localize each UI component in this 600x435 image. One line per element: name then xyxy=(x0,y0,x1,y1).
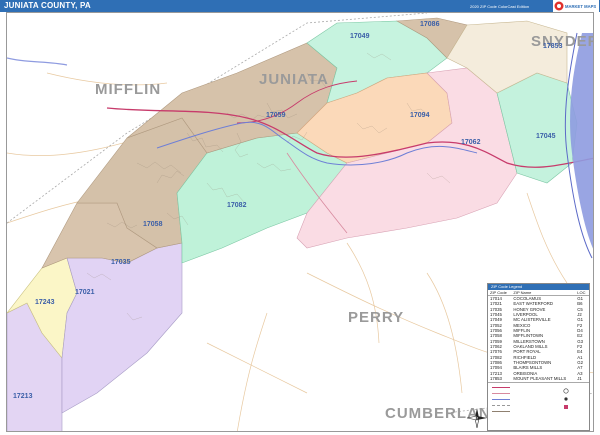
zip-label-17213: 17213 xyxy=(13,393,33,400)
logo-text: MARKET MAPS xyxy=(565,4,596,9)
zip-label-17049: 17049 xyxy=(350,33,370,40)
zip-label-17082: 17082 xyxy=(227,202,247,209)
map-page: JUNIATA COUNTY, PA 2020 ZIP Code ColorCa… xyxy=(0,0,600,435)
zip-code-legend: ZIP Code Legend ZIP Code ZIP Name LOC 17… xyxy=(487,283,590,431)
city-symbol-icon xyxy=(563,387,569,409)
zip-label-17062: 17062 xyxy=(461,139,481,146)
county-label-mifflin: MIFFLIN xyxy=(95,81,162,98)
page-title: JUNIATA COUNTY, PA xyxy=(4,1,91,10)
key-route-line xyxy=(492,392,510,395)
market-maps-logo: MARKET MAPS xyxy=(553,0,599,12)
zip-label-17059: 17059 xyxy=(266,112,286,119)
key-highway-line xyxy=(492,386,510,389)
zip-label-17045: 17045 xyxy=(536,133,556,140)
edition-label: 2020 ZIP Code ColorCast Edition xyxy=(470,4,530,9)
key-boundary-line xyxy=(492,404,510,407)
compass-rose-icon xyxy=(466,408,487,429)
county-label-juniata: JUNIATA xyxy=(259,71,329,88)
legend-table: ZIP Code ZIP Name LOC 17014 COCOLAMUS G1 17… xyxy=(488,290,589,382)
map-key xyxy=(488,381,589,423)
zip-label-17094: 17094 xyxy=(410,112,430,119)
county-label-perry: PERRY xyxy=(348,309,405,326)
zip-label-17058: 17058 xyxy=(143,221,163,228)
legend-rows: 17014 COCOLAMUS G1 17021 EAST WATERFORD B6 170… xyxy=(488,296,589,382)
key-local-road-line xyxy=(492,410,510,413)
key-river-line xyxy=(492,398,510,401)
zip-label-17243: 17243 xyxy=(35,299,55,306)
zip-label-17035: 17035 xyxy=(111,259,131,266)
zip-label-17853: 17853 xyxy=(543,43,563,50)
title-bar: JUNIATA COUNTY, PA 2020 ZIP Code ColorCa… xyxy=(0,0,600,12)
county-label-snyder: SNYDER xyxy=(531,33,594,50)
zip-label-17086: 17086 xyxy=(420,21,440,28)
zip-label-17021: 17021 xyxy=(75,289,95,296)
